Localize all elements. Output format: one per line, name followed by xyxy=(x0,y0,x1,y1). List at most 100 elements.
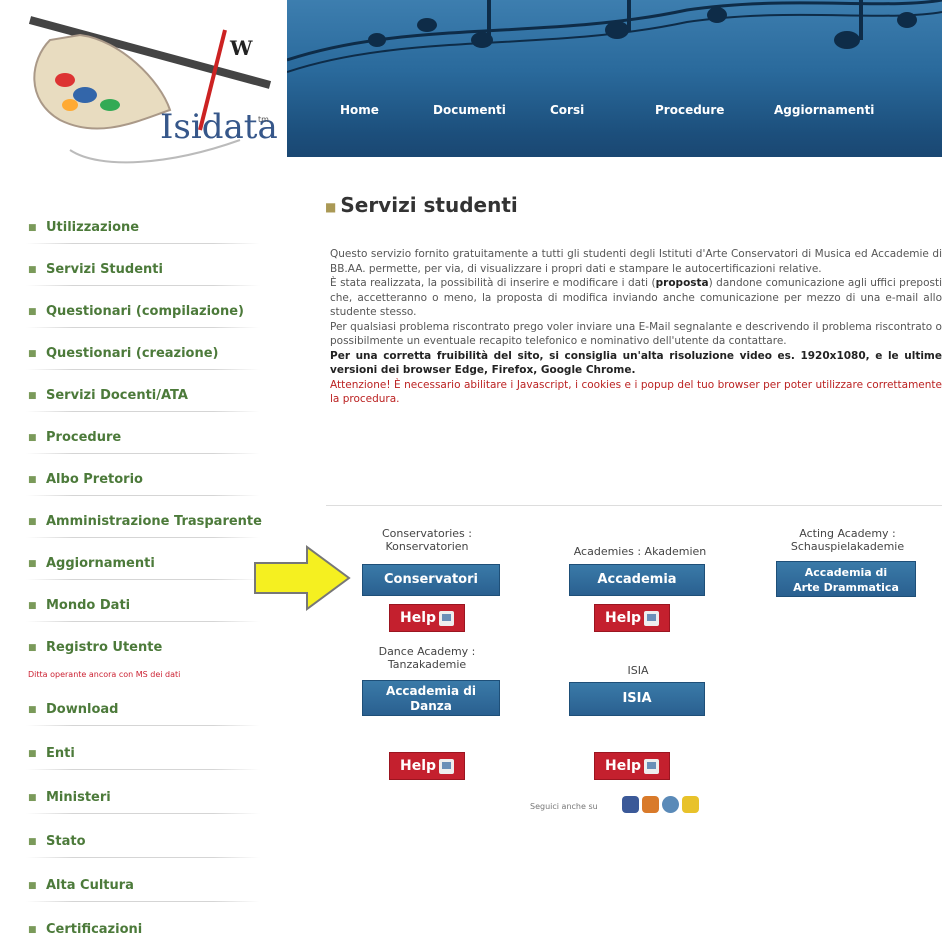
paragraph-resolution: Per una corretta fruibilità del sito, si… xyxy=(330,349,942,377)
bullet-icon: ■ xyxy=(28,475,37,485)
facebook-icon[interactable] xyxy=(622,796,639,813)
divider xyxy=(26,495,260,496)
divider xyxy=(26,453,260,454)
sidebar-item-ministeri[interactable]: ■ Ministeri xyxy=(0,780,280,814)
bullet-icon: ■ xyxy=(28,391,37,401)
nav-corsi[interactable]: Corsi xyxy=(550,103,584,117)
divider xyxy=(26,769,260,770)
bullet-icon: ■ xyxy=(28,307,37,317)
sidebar-item-label: Stato xyxy=(46,834,86,849)
palette-logo-icon: W Isidata tm xyxy=(28,16,278,164)
isia-help-button[interactable]: Help xyxy=(594,752,670,780)
paragraph-problems: Per qualsiasi problema riscontrato prego… xyxy=(330,320,942,348)
bullet-icon: ■ xyxy=(28,559,37,569)
svg-text:Isidata: Isidata xyxy=(160,107,278,147)
divider xyxy=(26,369,260,370)
divider xyxy=(26,537,260,538)
sidebar-item-stato[interactable]: ■ Stato xyxy=(0,824,280,858)
sidebar-item-mondo-dati[interactable]: ■ Mondo Dati xyxy=(0,588,280,622)
divider xyxy=(26,411,260,412)
sidebar-item-label: Ministeri xyxy=(46,790,111,805)
sidebar-item-label: Utilizzazione xyxy=(46,220,140,235)
sidebar-item-utilizzazione[interactable]: ■ Utilizzazione xyxy=(0,210,280,244)
sidebar-note: Ditta operante ancora con MS dei dati xyxy=(28,670,181,679)
danza-help-button[interactable]: Help xyxy=(389,752,465,780)
sidebar-item-label: Download xyxy=(46,702,119,717)
isidata-logo[interactable]: W Isidata tm xyxy=(10,0,282,180)
pinterest-icon[interactable] xyxy=(682,796,699,813)
bullet-icon: ■ xyxy=(28,837,37,847)
conservatori-caption: Conservatories : Konservatorien xyxy=(382,527,472,553)
sidebar-item-label: Certificazioni xyxy=(46,922,143,936)
bullet-icon: ■ xyxy=(28,705,37,715)
sidebar-item-certificazioni[interactable]: ■ Certificazioni xyxy=(0,912,280,936)
book-icon xyxy=(439,759,454,774)
main-nav: Home Documenti Corsi Procedure Aggiornam… xyxy=(287,95,942,135)
book-icon xyxy=(644,611,659,626)
paragraph-proposal: È stata realizzata, la possibilità di in… xyxy=(330,277,942,318)
book-icon xyxy=(439,611,454,626)
sidebar-item-procedure[interactable]: ■ Procedure xyxy=(0,420,280,454)
nav-aggiornamenti[interactable]: Aggiornamenti xyxy=(774,103,874,117)
svg-text:tm: tm xyxy=(258,115,269,124)
title-marker-icon: ■ xyxy=(325,199,337,214)
accademia-caption: Academies : Akademien xyxy=(573,545,707,558)
sidebar-item-servizi-studenti[interactable]: ■ Servizi Studenti xyxy=(0,252,280,286)
sidebar-item-aggiornamenti[interactable]: ■ Aggiornamenti xyxy=(0,546,280,580)
bullet-icon: ■ xyxy=(28,749,37,759)
sidebar-item-label: Amministrazione Trasparente xyxy=(46,514,262,529)
sidebar-item-servizi-docenti[interactable]: ■ Servizi Docenti/ATA xyxy=(0,378,280,412)
sidebar-item-amministrazione-trasparente[interactable]: ■ Amministrazione Trasparente xyxy=(0,504,280,538)
sidebar-item-label: Servizi Studenti xyxy=(46,262,163,277)
yellow-arrow-icon xyxy=(254,545,351,611)
bullet-icon: ■ xyxy=(28,433,37,443)
sidebar-item-label: Questionari (creazione) xyxy=(46,346,219,361)
divider xyxy=(26,621,260,622)
divider xyxy=(26,579,260,580)
divider xyxy=(26,725,260,726)
isia-caption: ISIA xyxy=(627,664,649,677)
isia-button[interactable]: ISIA xyxy=(569,682,705,716)
nav-procedure[interactable]: Procedure xyxy=(655,103,724,117)
instagram-icon[interactable] xyxy=(642,796,659,813)
social-label: Seguici anche su xyxy=(530,802,598,811)
svg-text:W: W xyxy=(229,36,253,60)
danza-button[interactable]: Accademia di Danza xyxy=(362,680,500,716)
nav-home[interactable]: Home xyxy=(340,103,379,117)
divider xyxy=(26,857,260,858)
sidebar-item-registro-utente[interactable]: ■ Registro Utente xyxy=(0,630,280,664)
sidebar-item-alta-cultura[interactable]: ■ Alta Cultura xyxy=(0,868,280,902)
accademia-help-button[interactable]: Help xyxy=(594,604,670,632)
bullet-icon: ■ xyxy=(28,349,37,359)
globe-icon[interactable] xyxy=(662,796,679,813)
sidebar-item-albo-pretorio[interactable]: ■ Albo Pretorio xyxy=(0,462,280,496)
sidebar-item-questionari-compilazione[interactable]: ■ Questionari (compilazione) xyxy=(0,294,280,328)
sidebar-item-questionari-creazione[interactable]: ■ Questionari (creazione) xyxy=(0,336,280,370)
bullet-icon: ■ xyxy=(28,881,37,891)
bullet-icon: ■ xyxy=(28,601,37,611)
divider xyxy=(26,327,260,328)
accademia-button[interactable]: Accademia xyxy=(569,564,705,596)
divider xyxy=(26,285,260,286)
sidebar-item-label: Albo Pretorio xyxy=(46,472,143,487)
book-icon xyxy=(644,759,659,774)
divider xyxy=(26,243,260,244)
paragraph-warning: Attenzione! È necessario abilitare i Jav… xyxy=(330,378,942,406)
conservatori-button[interactable]: Conservatori xyxy=(362,564,500,596)
music-notes-icon xyxy=(287,0,942,73)
sidebar-item-download[interactable]: ■ Download xyxy=(0,692,280,726)
sidebar-item-label: Servizi Docenti/ATA xyxy=(46,388,188,403)
bullet-icon: ■ xyxy=(28,265,37,275)
divider xyxy=(26,813,260,814)
sidebar-item-label: Registro Utente xyxy=(46,640,163,655)
bullet-icon: ■ xyxy=(28,643,37,653)
bullet-icon: ■ xyxy=(28,517,37,527)
sidebar-item-enti[interactable]: ■ Enti xyxy=(0,736,280,770)
bullet-icon: ■ xyxy=(28,793,37,803)
arte-drammatica-button[interactable]: Accademia di Arte Drammatica xyxy=(776,561,916,597)
intro-text: Questo servizio fornito gratuitamente a … xyxy=(330,247,942,407)
sidebar-item-label: Alta Cultura xyxy=(46,878,134,893)
conservatori-help-button[interactable]: Help xyxy=(389,604,465,632)
arte-drammatica-caption: Acting Academy : Schauspielakademie xyxy=(790,527,905,553)
nav-documenti[interactable]: Documenti xyxy=(433,103,506,117)
